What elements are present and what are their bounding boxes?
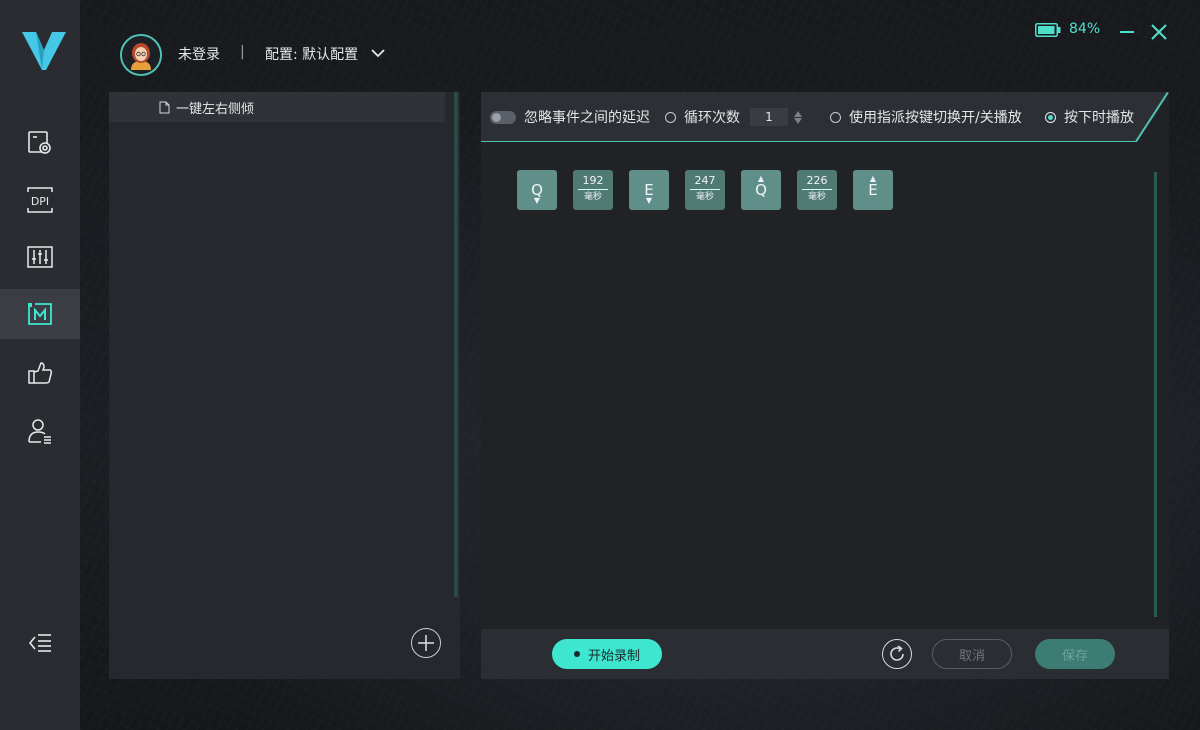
record-dot-icon [573,651,580,657]
spin-down-icon[interactable] [794,117,802,124]
device-settings-icon [28,131,51,154]
brand-logo [22,32,66,70]
arrow-up-icon: ▲ [869,174,877,183]
macro-options-toolbar: 忽略事件之间的延迟 循环次数 1 使用指派按键切换开/关播放 按下时播放 [481,92,1169,142]
delay-divider [802,189,832,190]
arrow-down-icon: ▼ [533,196,541,205]
delay-event[interactable]: 247 毫秒 [685,170,725,210]
delay-value: 247 [694,174,716,187]
delay-event[interactable]: 192 毫秒 [573,170,613,210]
collapse-menu-button[interactable] [0,618,80,668]
login-status[interactable]: 未登录 [178,44,220,64]
header-separator: | [240,44,245,60]
minimize-button[interactable] [1117,22,1137,42]
save-button[interactable]: 保存 [1035,639,1115,669]
loop-count-label: 循环次数 [684,110,740,126]
equalizer-icon [27,246,53,268]
close-button[interactable] [1149,22,1169,42]
config-selector-label[interactable]: 配置: 默认配置 [265,44,358,64]
delay-unit: 毫秒 [695,192,714,202]
delay-divider [690,189,720,190]
dpi-icon: DPI [27,187,53,213]
cancel-button[interactable]: 取消 [932,639,1012,669]
loop-count-stepper[interactable] [794,110,802,124]
start-recording-label: 开始录制 [587,648,640,664]
toggle-play-label: 使用指派按键切换开/关播放 [849,110,1022,126]
loop-count-option[interactable]: 循环次数 1 [665,92,802,142]
refresh-icon [890,645,904,661]
nav-macro[interactable] [0,289,80,339]
svg-text:DPI: DPI [31,195,49,208]
thumbs-up-icon [28,362,53,384]
left-navigation: DPI [0,0,80,730]
arrow-down-icon: ▼ [645,196,653,205]
editor-scrollbar[interactable] [1154,172,1157,617]
avatar-image [122,36,160,74]
hold-play-radio[interactable] [1045,111,1056,123]
macro-icon [28,303,52,325]
key-event-down[interactable]: Q ▼ [517,170,557,210]
macro-list-item-label: 一键左右侧倾 [176,101,255,117]
delay-unit: 毫秒 [583,192,602,202]
nav-dpi[interactable]: DPI [0,175,80,225]
toggle-play-radio[interactable] [830,111,841,123]
reset-button[interactable] [882,639,912,669]
delay-unit: 毫秒 [807,192,826,202]
chevron-down-icon[interactable] [371,48,385,58]
add-macro-button[interactable] [411,628,441,658]
spin-up-icon[interactable] [794,110,802,117]
delay-event[interactable]: 226 毫秒 [797,170,837,210]
loop-count-input[interactable]: 1 [750,108,788,126]
macro-list-item[interactable]: 一键左右侧倾 [109,92,445,122]
minimize-icon [1120,31,1134,33]
list-scrollbar[interactable] [454,92,458,597]
delay-value: 192 [582,174,604,187]
delay-value: 226 [806,174,828,187]
file-icon [159,101,170,113]
macro-editor-panel: 忽略事件之间的延迟 循环次数 1 使用指派按键切换开/关播放 按下时播放 Q ▼ 1… [481,92,1169,679]
nav-account[interactable] [0,406,80,456]
battery-percentage: 84% [1069,21,1101,37]
macro-list-panel: 一键左右侧倾 [109,92,460,679]
key-event-up[interactable]: Q ▲ [741,170,781,210]
key-event-down[interactable]: E ▼ [629,170,669,210]
user-list-icon [28,419,51,444]
nav-recommend[interactable] [0,348,80,398]
ignore-delay-toggle[interactable] [490,110,516,124]
editor-action-bar: 开始录制 取消 保存 [481,629,1169,679]
toolbar-underline [481,141,1137,142]
hold-play-option[interactable]: 按下时播放 [1045,92,1134,142]
battery-icon [1035,23,1061,37]
delay-divider [578,189,608,190]
loop-count-radio[interactable] [665,111,676,123]
close-icon [1151,24,1167,40]
ignore-delay-option[interactable]: 忽略事件之间的延迟 [490,92,650,142]
nav-device-settings[interactable] [0,118,80,168]
nav-equalizer[interactable] [0,232,80,282]
ignore-delay-label: 忽略事件之间的延迟 [524,110,650,126]
avatar[interactable] [120,34,162,76]
collapse-menu-icon [28,634,51,652]
start-recording-button[interactable]: 开始录制 [552,639,662,669]
plus-icon [418,635,434,651]
key-event-up[interactable]: E ▲ [853,170,893,210]
hold-play-label: 按下时播放 [1064,110,1134,126]
arrow-up-icon: ▲ [757,174,765,183]
toggle-play-option[interactable]: 使用指派按键切换开/关播放 [830,92,1022,142]
